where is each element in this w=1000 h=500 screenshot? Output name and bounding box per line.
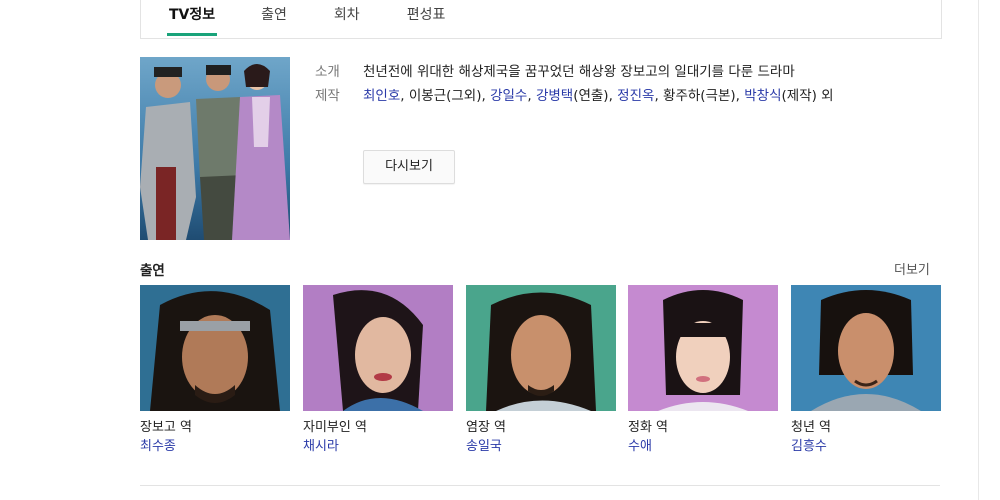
intro-row: 소개 천년전에 위대한 해상제국을 꿈꾸었던 해상왕 장보고의 일대기를 다룬 … xyxy=(315,60,915,84)
cast-card[interactable]: 장보고 역 최수종 xyxy=(140,285,290,457)
tab-tv-info[interactable]: TV정보 xyxy=(166,0,218,36)
staff-link[interactable]: 최인호 xyxy=(363,88,400,104)
cast-role: 장보고 역 xyxy=(140,420,192,435)
tab-schedule[interactable]: 편성표 xyxy=(407,0,446,36)
tab-cast[interactable]: 출연 xyxy=(261,0,287,36)
staff-list: 최인호, 이봉근(그외), 강일수, 강병택(연출), 정진옥, 황주하(극본)… xyxy=(363,84,903,108)
staff-text: (제작) 외 xyxy=(781,88,834,104)
staff-text: (연출), xyxy=(573,88,618,104)
staff-link[interactable]: 강일수 xyxy=(490,88,527,104)
tab-episodes[interactable]: 회차 xyxy=(334,0,360,36)
staff-link[interactable]: 박창식 xyxy=(744,88,781,104)
staff-row: 제작 최인호, 이봉근(그외), 강일수, 강병택(연출), 정진옥, 황주하(… xyxy=(315,84,915,108)
staff-text: , 황주하(극본), xyxy=(654,88,745,104)
cast-role: 자미부인 역 xyxy=(303,420,367,435)
tabs: TV정보 출연 회차 편성표 xyxy=(141,0,445,36)
cast-role: 청년 역 xyxy=(791,420,832,435)
divider xyxy=(140,485,940,486)
cast-role: 염장 역 xyxy=(466,420,507,435)
more-button[interactable]: 더보기 xyxy=(894,259,930,278)
staff-link[interactable]: 정진옥 xyxy=(617,88,654,104)
cast-actor-link[interactable]: 김흥수 xyxy=(791,437,941,457)
cast-photo[interactable] xyxy=(791,285,941,411)
cast-photo[interactable] xyxy=(466,285,616,411)
staff-link[interactable]: 강병택 xyxy=(536,88,573,104)
cast-actor-link[interactable]: 송일국 xyxy=(466,437,616,457)
cast-actor-link[interactable]: 최수종 xyxy=(140,437,290,457)
intro-label: 소개 xyxy=(315,64,340,80)
drama-poster[interactable] xyxy=(140,57,290,240)
cast-card[interactable]: 정화 역 수애 xyxy=(628,285,778,457)
staff-text: , 이봉근(그외), xyxy=(400,88,491,104)
cast-photo[interactable] xyxy=(303,285,453,411)
cast-role: 정화 역 xyxy=(628,420,669,435)
cast-actor-link[interactable]: 수애 xyxy=(628,437,778,457)
rewatch-button[interactable]: 다시보기 xyxy=(363,150,455,184)
cast-section-title: 출연 xyxy=(140,263,165,279)
cast-photo[interactable] xyxy=(628,285,778,411)
staff-text: , xyxy=(527,88,536,104)
cast-actor-link[interactable]: 채시라 xyxy=(303,437,453,457)
intro-text: 천년전에 위대한 해상제국을 꿈꾸었던 해상왕 장보고의 일대기를 다룬 드라마 xyxy=(363,64,795,80)
staff-label: 제작 xyxy=(315,88,340,104)
tv-info-tab-bar: TV정보 출연 회차 편성표 xyxy=(140,0,942,39)
divider xyxy=(978,0,979,500)
cast-card[interactable]: 청년 역 김흥수 xyxy=(791,285,941,457)
cast-card[interactable]: 자미부인 역 채시라 xyxy=(303,285,453,457)
cast-photo[interactable] xyxy=(140,285,290,411)
cast-card[interactable]: 염장 역 송일국 xyxy=(466,285,616,457)
drama-info: 소개 천년전에 위대한 해상제국을 꿈꾸었던 해상왕 장보고의 일대기를 다룬 … xyxy=(315,60,915,108)
